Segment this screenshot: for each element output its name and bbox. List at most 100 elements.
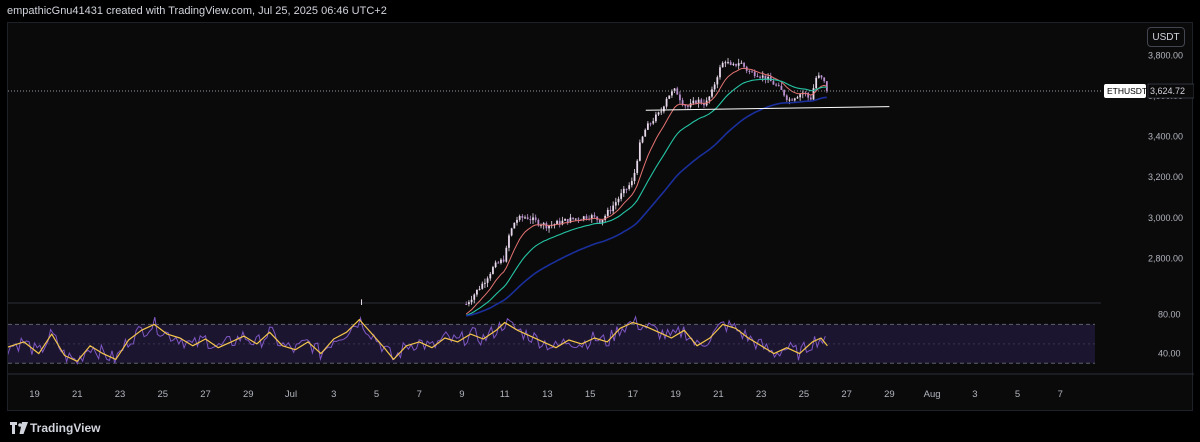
candle-body bbox=[612, 205, 615, 212]
candle-body bbox=[660, 111, 663, 113]
candle-body bbox=[735, 63, 737, 66]
candle-body bbox=[636, 160, 639, 173]
candle-body bbox=[644, 129, 647, 137]
candle-body bbox=[468, 302, 470, 305]
candle-body bbox=[724, 62, 727, 64]
y-tick-label: 3,800.00 bbox=[1148, 50, 1183, 60]
candle-body bbox=[548, 225, 550, 229]
candle-body bbox=[516, 219, 518, 223]
candle-body bbox=[476, 289, 478, 295]
candle-body bbox=[489, 273, 492, 279]
candle-body bbox=[521, 216, 524, 218]
x-tick-label: 3 bbox=[972, 389, 977, 400]
candle-body bbox=[556, 220, 558, 225]
candle-body bbox=[497, 262, 500, 264]
ema-slow-line bbox=[466, 96, 827, 317]
candle-body bbox=[513, 222, 516, 229]
x-tick-label: 23 bbox=[756, 389, 767, 400]
y-tick-label: 3,000.00 bbox=[1148, 213, 1183, 223]
rsi-tick-label: 80.00 bbox=[1158, 310, 1181, 320]
candle-body bbox=[566, 218, 569, 223]
candle-body bbox=[695, 100, 697, 104]
chart-frame[interactable]: 3,800.003,600.003,400.003,200.003,000.00… bbox=[7, 22, 1194, 412]
candle-body bbox=[684, 105, 687, 107]
candle-body bbox=[582, 216, 585, 220]
candle-body bbox=[646, 123, 649, 130]
candle-body bbox=[711, 89, 713, 97]
candle-body bbox=[761, 75, 764, 78]
candle-body bbox=[534, 217, 537, 220]
candle-body bbox=[500, 259, 502, 263]
candle-body bbox=[753, 71, 756, 77]
candle-body bbox=[585, 216, 588, 219]
rsi-tick-label: 40.00 bbox=[1158, 349, 1181, 359]
candle-body bbox=[721, 62, 724, 68]
candle-body bbox=[505, 247, 508, 262]
candle-body bbox=[617, 198, 620, 203]
x-tick-label: 15 bbox=[585, 389, 596, 400]
candle-body bbox=[777, 85, 780, 87]
currency-button[interactable]: USDT bbox=[1147, 27, 1185, 47]
candle-body bbox=[598, 219, 601, 223]
candle-body bbox=[649, 123, 652, 125]
candle-body bbox=[668, 95, 671, 99]
candle-body bbox=[665, 98, 668, 107]
candle-body bbox=[737, 63, 740, 66]
candle-body bbox=[465, 304, 468, 306]
candle-body bbox=[743, 62, 745, 67]
x-tick-label: 5 bbox=[1015, 389, 1020, 400]
candle-body bbox=[625, 188, 628, 190]
candle-body bbox=[518, 216, 521, 220]
candle-body bbox=[572, 217, 574, 220]
x-tick-label: 7 bbox=[1058, 389, 1063, 400]
candle-body bbox=[574, 218, 577, 220]
tradingview-brand: TradingView bbox=[30, 421, 101, 435]
candle-body bbox=[772, 81, 775, 85]
candle-body bbox=[692, 100, 695, 104]
x-tick-label: Jul bbox=[285, 389, 297, 400]
candle-body bbox=[663, 106, 665, 112]
candle-body bbox=[793, 98, 796, 101]
candle-body bbox=[622, 188, 625, 194]
y-tick-label: 2,800.00 bbox=[1148, 253, 1183, 263]
candle-body bbox=[748, 70, 751, 72]
candle-body bbox=[484, 282, 486, 284]
x-tick-label: 9 bbox=[459, 389, 464, 400]
candle-body bbox=[817, 75, 820, 78]
candle-body bbox=[564, 218, 566, 221]
candle-body bbox=[729, 62, 732, 65]
candle-body bbox=[732, 63, 735, 65]
candle-body bbox=[671, 91, 673, 96]
candle-body bbox=[687, 105, 689, 107]
x-tick-label: 21 bbox=[72, 389, 83, 400]
last-price-label: 3,624.72 bbox=[1150, 86, 1185, 96]
candle-body bbox=[633, 172, 636, 182]
candle-body bbox=[529, 219, 532, 221]
candle-body bbox=[815, 77, 818, 89]
candle-body bbox=[823, 77, 826, 82]
x-tick-label: 19 bbox=[670, 389, 681, 400]
tradingview-logo-icon bbox=[10, 422, 28, 434]
candle-body bbox=[799, 94, 802, 98]
candle-body bbox=[679, 94, 681, 101]
candle-body bbox=[641, 136, 644, 143]
candle-body bbox=[577, 218, 580, 220]
candle-body bbox=[820, 75, 823, 78]
x-tick-label: 13 bbox=[542, 389, 553, 400]
candle-body bbox=[510, 228, 513, 236]
x-tick-label: 23 bbox=[115, 389, 126, 400]
candle-body bbox=[756, 76, 759, 78]
candle-body bbox=[532, 217, 534, 221]
candle-body bbox=[609, 209, 612, 212]
ema-mid-line bbox=[465, 78, 827, 316]
x-tick-label: 29 bbox=[243, 389, 254, 400]
candle-body bbox=[486, 278, 489, 283]
candle-body bbox=[526, 217, 529, 220]
rsi-band bbox=[8, 324, 1095, 364]
candle-body bbox=[481, 283, 484, 289]
x-tick-label: 7 bbox=[417, 389, 422, 400]
chart-canvas[interactable]: 3,800.003,600.003,400.003,200.003,000.00… bbox=[8, 23, 1194, 412]
candle-body bbox=[537, 219, 540, 226]
candle-body bbox=[470, 299, 473, 303]
candle-body bbox=[796, 97, 799, 99]
